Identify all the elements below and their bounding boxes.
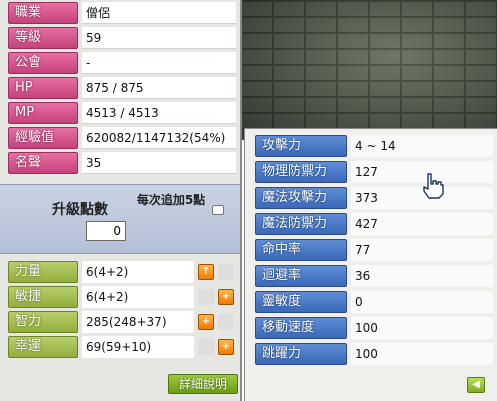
empty-slot [198, 339, 214, 355]
row-dex: 敏捷 6(4+2) + [2, 286, 238, 308]
value-level: 59 [82, 27, 236, 49]
detail-row: 迴避率 36 [255, 265, 493, 287]
plus-icon[interactable]: + [218, 289, 234, 305]
label-level: 等級 [8, 27, 78, 49]
row-str: 力量 6(4+2) ↑ [2, 261, 238, 283]
detail-row: 魔法防禦力 427 [255, 213, 493, 235]
label-hands: 靈敏度 [255, 291, 347, 313]
row-guild: 公會 - [2, 52, 238, 74]
plus-icon[interactable]: + [198, 314, 214, 330]
empty-slot [198, 289, 214, 305]
label-magic-def: 魔法防禦力 [255, 213, 347, 235]
label-mp: MP [8, 102, 78, 124]
value-accuracy: 77 [351, 239, 493, 261]
plus-icon[interactable]: ↑ [198, 264, 214, 280]
detail-button[interactable]: 詳細說明 [168, 374, 238, 394]
value-dex: 6(4+2) [82, 286, 194, 308]
value-str: 6(4+2) [82, 261, 194, 283]
empty-slot [218, 264, 234, 280]
detail-row: 靈敏度 0 [255, 291, 493, 313]
label-avoid: 迴避率 [255, 265, 347, 287]
label-luk: 幸運 [8, 336, 78, 358]
row-hp: HP 875 / 875 [2, 77, 238, 99]
row-level: 等級 59 [2, 27, 238, 49]
row-mp: MP 4513 / 4513 [2, 102, 238, 124]
basic-info-panel: 職業 僧侶 等級 59 公會 - HP 875 / 875 MP 4513 / … [0, 0, 240, 182]
label-str: 力量 [8, 261, 78, 283]
value-int: 285(248+37) [82, 311, 194, 333]
label-exp: 經驗值 [8, 127, 78, 149]
ability-points-note: 每次追加5點 [136, 193, 206, 207]
hand-cursor-icon [423, 173, 444, 199]
ability-points-value: 0 [86, 221, 126, 241]
label-hp: HP [8, 77, 78, 99]
detail-row: 移動速度 100 [255, 317, 493, 339]
row-job: 職業 僧侶 [2, 2, 238, 24]
row-luk: 幸運 69(59+10) + [2, 336, 238, 358]
value-hp: 875 / 875 [82, 77, 236, 99]
label-jump: 跳躍力 [255, 343, 347, 365]
ability-points-panel: 升級點數 0 每次追加5點 [0, 184, 240, 254]
value-avoid: 36 [351, 265, 493, 287]
row-exp: 經驗值 620082/1147132(54%) [2, 127, 238, 149]
row-int: 智力 285(248+37) + [2, 311, 238, 333]
label-magic-attack: 魔法攻擊力 [255, 187, 347, 209]
value-hands: 0 [351, 291, 493, 313]
label-dex: 敏捷 [8, 286, 78, 308]
label-weapon-def: 物理防禦力 [255, 161, 347, 183]
label-attack: 攻擊力 [255, 135, 347, 157]
label-job: 職業 [8, 2, 78, 24]
detail-window: 攻擊力 4 ~ 14 物理防禦力 127 魔法攻擊力 373 魔法防禦力 427… [244, 128, 497, 401]
empty-slot [218, 314, 234, 330]
value-fame: 35 [82, 152, 236, 174]
value-magic-def: 427 [351, 213, 493, 235]
value-mp: 4513 / 4513 [82, 102, 236, 124]
value-luk: 69(59+10) [82, 336, 194, 358]
label-accuracy: 命中率 [255, 239, 347, 261]
detail-row: 命中率 77 [255, 239, 493, 261]
back-arrow-icon[interactable]: ◀ [467, 377, 485, 393]
value-attack: 4 ~ 14 [351, 135, 493, 157]
toggle-icon[interactable] [212, 205, 224, 215]
label-guild: 公會 [8, 52, 78, 74]
detail-row: 物理防禦力 127 [255, 161, 493, 183]
detail-row: 攻擊力 4 ~ 14 [255, 135, 493, 157]
ability-points-label: 升級點數 [52, 202, 108, 218]
label-speed: 移動速度 [255, 317, 347, 339]
value-guild: - [82, 52, 236, 74]
detail-row: 跳躍力 100 [255, 343, 493, 365]
value-job: 僧侶 [82, 2, 236, 24]
label-fame: 名聲 [8, 152, 78, 174]
row-fame: 名聲 35 [2, 152, 238, 174]
detail-row: 魔法攻擊力 373 [255, 187, 493, 209]
background-brick-wall [240, 0, 497, 140]
value-exp: 620082/1147132(54%) [82, 127, 236, 149]
value-jump: 100 [351, 343, 493, 365]
plus-icon[interactable]: + [218, 339, 234, 355]
label-int: 智力 [8, 311, 78, 333]
value-speed: 100 [351, 317, 493, 339]
stat-window: 職業 僧侶 等級 59 公會 - HP 875 / 875 MP 4513 / … [0, 0, 242, 401]
